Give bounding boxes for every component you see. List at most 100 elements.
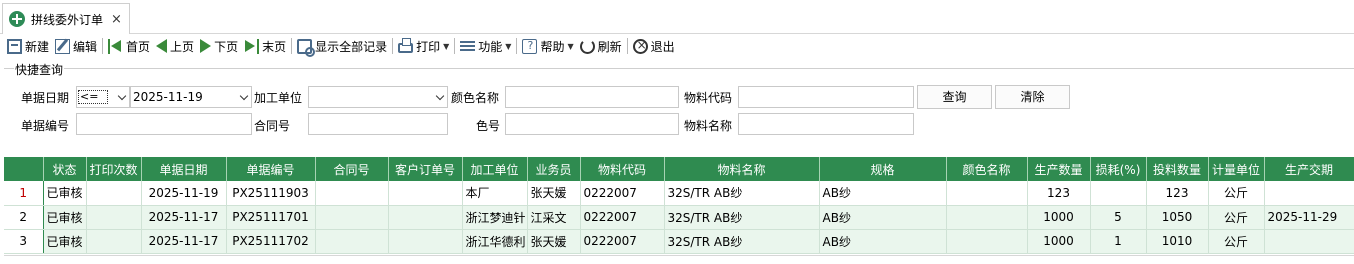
table-cell bbox=[946, 229, 1028, 254]
table-cell: 已审核 bbox=[43, 205, 87, 230]
doc-date-picker[interactable]: 2025-11-19 bbox=[130, 86, 252, 108]
table-cell: 2025-11-17 bbox=[141, 205, 227, 230]
table-cell: 1010 bbox=[1146, 229, 1209, 254]
material-code-label: 物料代码 bbox=[684, 91, 733, 105]
table-cell bbox=[1264, 229, 1354, 254]
chevron-down-icon: ▼ bbox=[443, 41, 450, 51]
processor-select[interactable] bbox=[308, 86, 448, 108]
tab-title: 拼线委外订单 bbox=[31, 12, 104, 27]
column-header[interactable]: 损耗(%) bbox=[1090, 157, 1147, 181]
table-cell: AB纱 bbox=[819, 181, 947, 206]
table-cell: 32S/TR AB纱 bbox=[664, 205, 820, 230]
doc-date-operator-select[interactable]: <= bbox=[76, 86, 130, 108]
column-header[interactable]: 物料代码 bbox=[580, 157, 665, 181]
doc-no-label: 单据编号 bbox=[21, 119, 70, 133]
table-cell: 2025-11-19 bbox=[141, 181, 227, 206]
function-button[interactable]: 功能 ▼ bbox=[457, 35, 514, 57]
search-button[interactable]: 查询 bbox=[917, 85, 992, 109]
help-button[interactable]: 帮助▼ bbox=[519, 35, 576, 57]
toolbar: 新建 编辑 首页 上页 下页 末页 显示全部记录 打印▼ 功能▼ 帮助▼ 刷新 … bbox=[0, 34, 678, 58]
column-header[interactable]: 合同号 bbox=[315, 157, 389, 181]
color-name-input[interactable] bbox=[505, 86, 679, 108]
column-header[interactable]: 生产数量 bbox=[1027, 157, 1091, 181]
table-cell bbox=[315, 205, 389, 230]
table-cell: 本厂 bbox=[462, 181, 528, 206]
color-no-input[interactable] bbox=[505, 113, 679, 135]
doc-date-label: 单据日期 bbox=[21, 91, 70, 105]
toolbar-separator bbox=[291, 38, 293, 54]
table-cell: 已审核 bbox=[43, 229, 87, 254]
column-header[interactable]: 颜色名称 bbox=[946, 157, 1028, 181]
table-cell: 张天媛 bbox=[527, 181, 581, 206]
clear-button[interactable]: 清除 bbox=[995, 85, 1070, 109]
contract-input[interactable] bbox=[308, 113, 448, 135]
table-cell bbox=[315, 181, 389, 206]
column-header[interactable]: 生产交期 bbox=[1264, 157, 1354, 181]
table-cell: PX25111701 bbox=[226, 205, 316, 230]
help-icon bbox=[522, 38, 538, 54]
column-header[interactable]: 单据编号 bbox=[226, 157, 316, 181]
chevron-down-icon bbox=[239, 91, 249, 101]
last-page-icon bbox=[244, 38, 260, 54]
table-cell bbox=[388, 205, 463, 230]
column-header[interactable]: 单据日期 bbox=[141, 157, 227, 181]
edit-button[interactable]: 编辑 bbox=[52, 35, 100, 57]
column-header[interactable]: 规格 bbox=[819, 157, 947, 181]
first-page-button[interactable]: 首页 bbox=[105, 35, 153, 57]
column-header[interactable]: 打印次数 bbox=[86, 157, 142, 181]
doc-no-input[interactable] bbox=[76, 113, 252, 135]
prev-icon bbox=[156, 39, 168, 53]
table-cell: 123 bbox=[1146, 181, 1209, 206]
chevron-down-icon: ▼ bbox=[505, 41, 512, 51]
toolbar-separator bbox=[454, 38, 456, 54]
table-cell: AB纱 bbox=[819, 229, 947, 254]
table-cell: PX25111702 bbox=[226, 229, 316, 254]
table-cell bbox=[946, 205, 1028, 230]
show-all-button[interactable]: 显示全部记录 bbox=[294, 35, 390, 57]
table-cell: 公斤 bbox=[1208, 181, 1265, 206]
exit-button[interactable]: 退出 bbox=[630, 35, 678, 57]
table-cell: 浙江梦迪针 bbox=[462, 205, 528, 230]
material-code-input[interactable] bbox=[738, 86, 914, 108]
row-number: 2 bbox=[4, 205, 44, 230]
table-row[interactable]: 3 已审核 2025-11-17 PX25111702 浙江华德利 张天媛 02… bbox=[4, 229, 1354, 254]
row-number: 1 bbox=[4, 181, 44, 206]
next-page-button[interactable]: 下页 bbox=[197, 35, 241, 57]
table-cell: 5 bbox=[1090, 205, 1147, 230]
close-icon[interactable]: × bbox=[111, 12, 122, 27]
doc-date-operator-value: <= bbox=[78, 90, 108, 104]
table-cell: 张天媛 bbox=[527, 229, 581, 254]
column-header[interactable]: 业务员 bbox=[527, 157, 581, 181]
table-row[interactable]: 2 已审核 2025-11-17 PX25111701 浙江梦迪针 江采文 02… bbox=[4, 205, 1354, 230]
column-header bbox=[4, 157, 44, 181]
material-name-label: 物料名称 bbox=[684, 119, 733, 133]
tab-strip: 拼线委外订单 × bbox=[0, 0, 1354, 34]
processor-label: 加工单位 bbox=[254, 91, 303, 105]
column-header[interactable]: 客户订单号 bbox=[388, 157, 463, 181]
table-cell bbox=[388, 181, 463, 206]
last-page-button[interactable]: 末页 bbox=[241, 35, 289, 57]
table-cell: 32S/TR AB纱 bbox=[664, 229, 820, 254]
prev-page-button[interactable]: 上页 bbox=[153, 35, 197, 57]
doc-date-value: 2025-11-19 bbox=[133, 90, 203, 104]
column-header[interactable]: 投料数量 bbox=[1146, 157, 1209, 181]
print-button[interactable]: 打印 ▼ bbox=[395, 35, 452, 57]
new-button[interactable]: 新建 bbox=[4, 35, 52, 57]
quick-query-panel: 快捷查询 单据日期 <= 2025-11-19 加工单位 颜色名称 物料代码 查… bbox=[4, 61, 1354, 152]
column-header[interactable]: 状态 bbox=[43, 157, 87, 181]
material-name-input[interactable] bbox=[738, 113, 914, 135]
table-cell: 公斤 bbox=[1208, 205, 1265, 230]
chevron-down-icon: ▼ bbox=[567, 41, 574, 51]
table-cell bbox=[86, 181, 142, 206]
table-cell: 2025-11-17 bbox=[141, 229, 227, 254]
table-cell bbox=[1264, 181, 1354, 206]
column-header[interactable]: 计量单位 bbox=[1208, 157, 1265, 181]
refresh-button[interactable]: 刷新 bbox=[577, 35, 625, 57]
table-row[interactable]: 1 已审核 2025-11-19 PX25111903 本厂 张天媛 02220… bbox=[4, 181, 1354, 206]
column-header[interactable]: 加工单位 bbox=[462, 157, 528, 181]
tab-pinxian-order[interactable]: 拼线委外订单 × bbox=[2, 3, 130, 34]
row-number: 3 bbox=[4, 229, 44, 254]
column-header[interactable]: 物料名称 bbox=[664, 157, 820, 181]
toolbar-separator bbox=[516, 38, 518, 54]
printer-icon bbox=[398, 38, 414, 53]
